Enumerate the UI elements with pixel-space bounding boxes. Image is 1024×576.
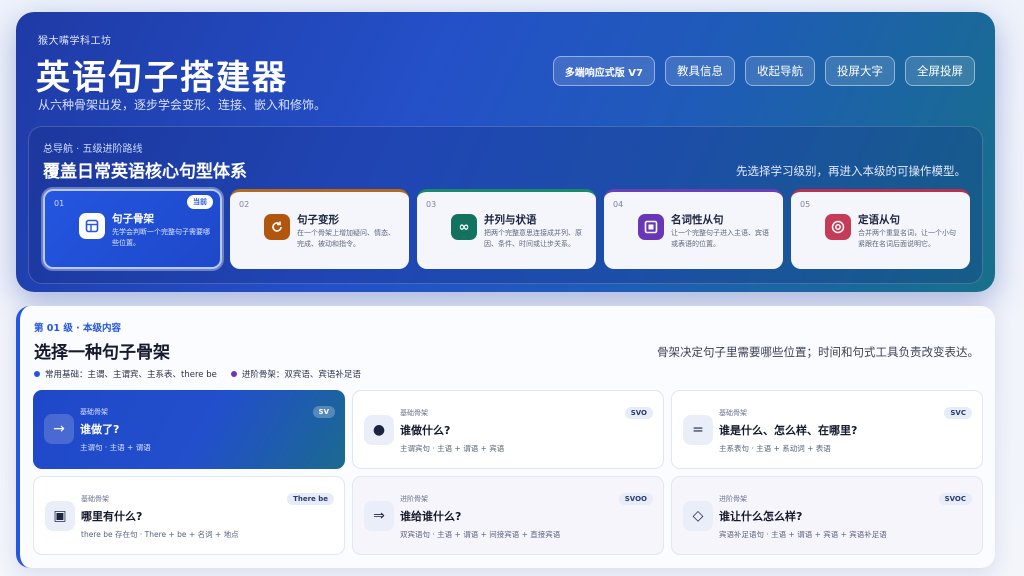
arrow-right-icon: → <box>44 414 74 444</box>
legend-advanced: 进阶骨架：双宾语、宾语补足语 <box>230 368 361 380</box>
card-question: 谁做什么? <box>400 424 451 437</box>
page-subtitle: 从六种骨架出发，逐步学会变形、连接、嵌入和修饰。 <box>38 98 327 112</box>
level-number: 03 <box>426 200 437 209</box>
level-navigation: 总导航 · 五级进阶路线 覆盖日常英语核心句型体系 先选择学习级别，再进入本级的… <box>28 126 983 284</box>
nav-kicker: 总导航 · 五级进阶路线 <box>43 144 143 155</box>
content-title: 选择一种句子骨架 <box>34 343 170 363</box>
current-badge: 当前 <box>187 195 213 209</box>
equals-icon: = <box>683 415 713 445</box>
skeleton-card-svc[interactable]: = 基础骨架 谁是什么、怎么样、在哪里? 主系表句 · 主语 + 系动词 + 表… <box>671 390 983 469</box>
rotate-icon <box>264 214 290 240</box>
card-question: 谁让什么怎么样? <box>719 510 803 523</box>
level-description: 让一个完整句子进入主语、宾语或表语的位置。 <box>671 229 769 248</box>
skeleton-grid: → 基础骨架 谁做了? 主谓句 · 主语 + 谓语 SV ● 基础骨架 谁做什么… <box>33 390 983 555</box>
level-number: 05 <box>800 200 811 209</box>
card-kind: 基础骨架 <box>400 409 428 417</box>
card-formula: 宾语补足语句 · 主语 + 谓语 + 宾语 + 宾语补足语 <box>719 530 887 539</box>
card-tag: SVO <box>624 407 653 419</box>
level-description: 在一个骨架上增加疑问、情态、完成、被动和指令。 <box>297 229 395 248</box>
legend-dot-icon <box>34 371 40 377</box>
skeleton-card-svo[interactable]: ● 基础骨架 谁做什么? 主谓宾句 · 主语 + 谓语 + 宾语 SVO <box>352 390 664 469</box>
diamond-icon: ◇ <box>683 501 713 531</box>
square-icon <box>638 214 664 240</box>
legend-dot-icon <box>230 371 237 377</box>
target-icon <box>825 214 851 240</box>
page-title: 英语句子搭建器 <box>36 58 288 98</box>
level-number: 01 <box>54 199 65 208</box>
level-list: 01 当前 句子骨架 先学会判断一个完整句子需要哪些位置。 02 句子变形 在一… <box>43 189 970 269</box>
hero-panel: 猴大嘴学科工坊 英语句子搭建器 从六种骨架出发，逐步学会变形、连接、嵌入和修饰。… <box>16 12 995 292</box>
card-tag: SVOO <box>618 493 653 505</box>
nav-hint: 先选择学习级别，再进入本级的可操作模型。 <box>736 164 966 178</box>
content-hint: 骨架决定句子里需要哪些位置；时间和句式工具负责改变表达。 <box>657 345 979 359</box>
level-card-2[interactable]: 02 句子变形 在一个骨架上增加疑问、情态、完成、被动和指令。 <box>230 189 409 269</box>
card-kind: 基础骨架 <box>719 409 747 417</box>
version-button[interactable]: 多端响应式版 V7 <box>552 56 655 86</box>
skeleton-card-svoo[interactable]: ⇒ 进阶骨架 谁给谁什么? 双宾语句 · 主语 + 谓语 + 间接宾语 + 直接… <box>352 476 664 555</box>
card-kind: 进阶骨架 <box>719 495 747 503</box>
card-formula: 主系表句 · 主语 + 系动词 + 表语 <box>719 444 831 453</box>
card-kind: 基础骨架 <box>81 495 109 503</box>
skeleton-card-there-be[interactable]: ▣ 基础骨架 哪里有什么? there be 存在句 · There + be … <box>33 476 345 555</box>
level-name: 句子变形 <box>297 214 339 226</box>
content-kicker: 第 01 级 · 本级内容 <box>34 323 122 334</box>
level-name: 并列与状语 <box>484 214 537 226</box>
box-icon: ▣ <box>45 501 75 531</box>
skeleton-legend: 常用基础：主谓、主谓宾、主系表、there be 进阶骨架：双宾语、宾语补足语 <box>34 368 361 380</box>
skeleton-card-svoc[interactable]: ◇ 进阶骨架 谁让什么怎么样? 宾语补足语句 · 主语 + 谓语 + 宾语 + … <box>671 476 983 555</box>
card-kind: 进阶骨架 <box>400 495 428 503</box>
level-number: 02 <box>239 200 250 209</box>
skeleton-card-sv[interactable]: → 基础骨架 谁做了? 主谓句 · 主语 + 谓语 SV <box>33 390 345 469</box>
level-card-4[interactable]: 04 名词性从句 让一个完整句子进入主语、宾语或表语的位置。 <box>604 189 783 269</box>
double-arrow-icon: ⇒ <box>364 501 394 531</box>
card-formula: there be 存在句 · There + be + 名词 + 地点 <box>81 530 239 539</box>
level-description: 先学会判断一个完整句子需要哪些位置。 <box>112 228 210 247</box>
level-content-panel: 第 01 级 · 本级内容 选择一种句子骨架 骨架决定句子里需要哪些位置；时间和… <box>16 306 995 568</box>
level-name: 名词性从句 <box>671 214 724 226</box>
card-tag: SVC <box>944 407 972 419</box>
legend-label: 常用基础：主谓、主谓宾、主系表、there be <box>45 370 217 380</box>
card-tag: There be <box>287 493 334 505</box>
level-description: 合并两个重复名词，让一个小句紧跟在名词后面说明它。 <box>858 229 956 248</box>
level-card-1[interactable]: 01 当前 句子骨架 先学会判断一个完整句子需要哪些位置。 <box>43 189 222 269</box>
top-actions: 多端响应式版 V7 教具信息 收起导航 投屏大字 全屏投屏 <box>552 56 975 86</box>
level-description: 把两个完整意思连接成并列、原因、条件、时间或让步关系。 <box>484 229 582 248</box>
level-card-5[interactable]: 05 定语从句 合并两个重复名词，让一个小句紧跟在名词后面说明它。 <box>791 189 970 269</box>
big-text-button[interactable]: 投屏大字 <box>825 56 895 86</box>
nav-title: 覆盖日常英语核心句型体系 <box>43 162 247 182</box>
legend-basic: 常用基础：主谓、主谓宾、主系表、there be <box>34 368 217 380</box>
card-formula: 双宾语句 · 主语 + 谓语 + 间接宾语 + 直接宾语 <box>400 530 561 539</box>
dot-icon: ● <box>364 415 394 445</box>
card-tag: SVOC <box>938 493 972 505</box>
legend-label: 进阶骨架：双宾语、宾语补足语 <box>241 370 361 380</box>
level-name: 定语从句 <box>858 214 900 226</box>
fullscreen-button[interactable]: 全屏投屏 <box>905 56 975 86</box>
level-number: 04 <box>613 200 624 209</box>
card-question: 哪里有什么? <box>81 510 143 523</box>
infinity-icon: ∞ <box>451 214 477 240</box>
level-name: 句子骨架 <box>112 213 154 225</box>
card-question: 谁是什么、怎么样、在哪里? <box>719 424 858 437</box>
card-formula: 主谓句 · 主语 + 谓语 <box>80 443 151 452</box>
card-tag: SV <box>312 406 335 418</box>
card-kind: 基础骨架 <box>80 408 108 416</box>
teacher-info-button[interactable]: 教具信息 <box>665 56 735 86</box>
grid-icon <box>79 213 105 239</box>
card-question: 谁做了? <box>80 423 120 436</box>
card-formula: 主谓宾句 · 主语 + 谓语 + 宾语 <box>400 444 505 453</box>
level-card-3[interactable]: 03 ∞ 并列与状语 把两个完整意思连接成并列、原因、条件、时间或让步关系。 <box>417 189 596 269</box>
card-question: 谁给谁什么? <box>400 510 462 523</box>
brand-name: 猴大嘴学科工坊 <box>38 36 112 47</box>
collapse-nav-button[interactable]: 收起导航 <box>745 56 815 86</box>
